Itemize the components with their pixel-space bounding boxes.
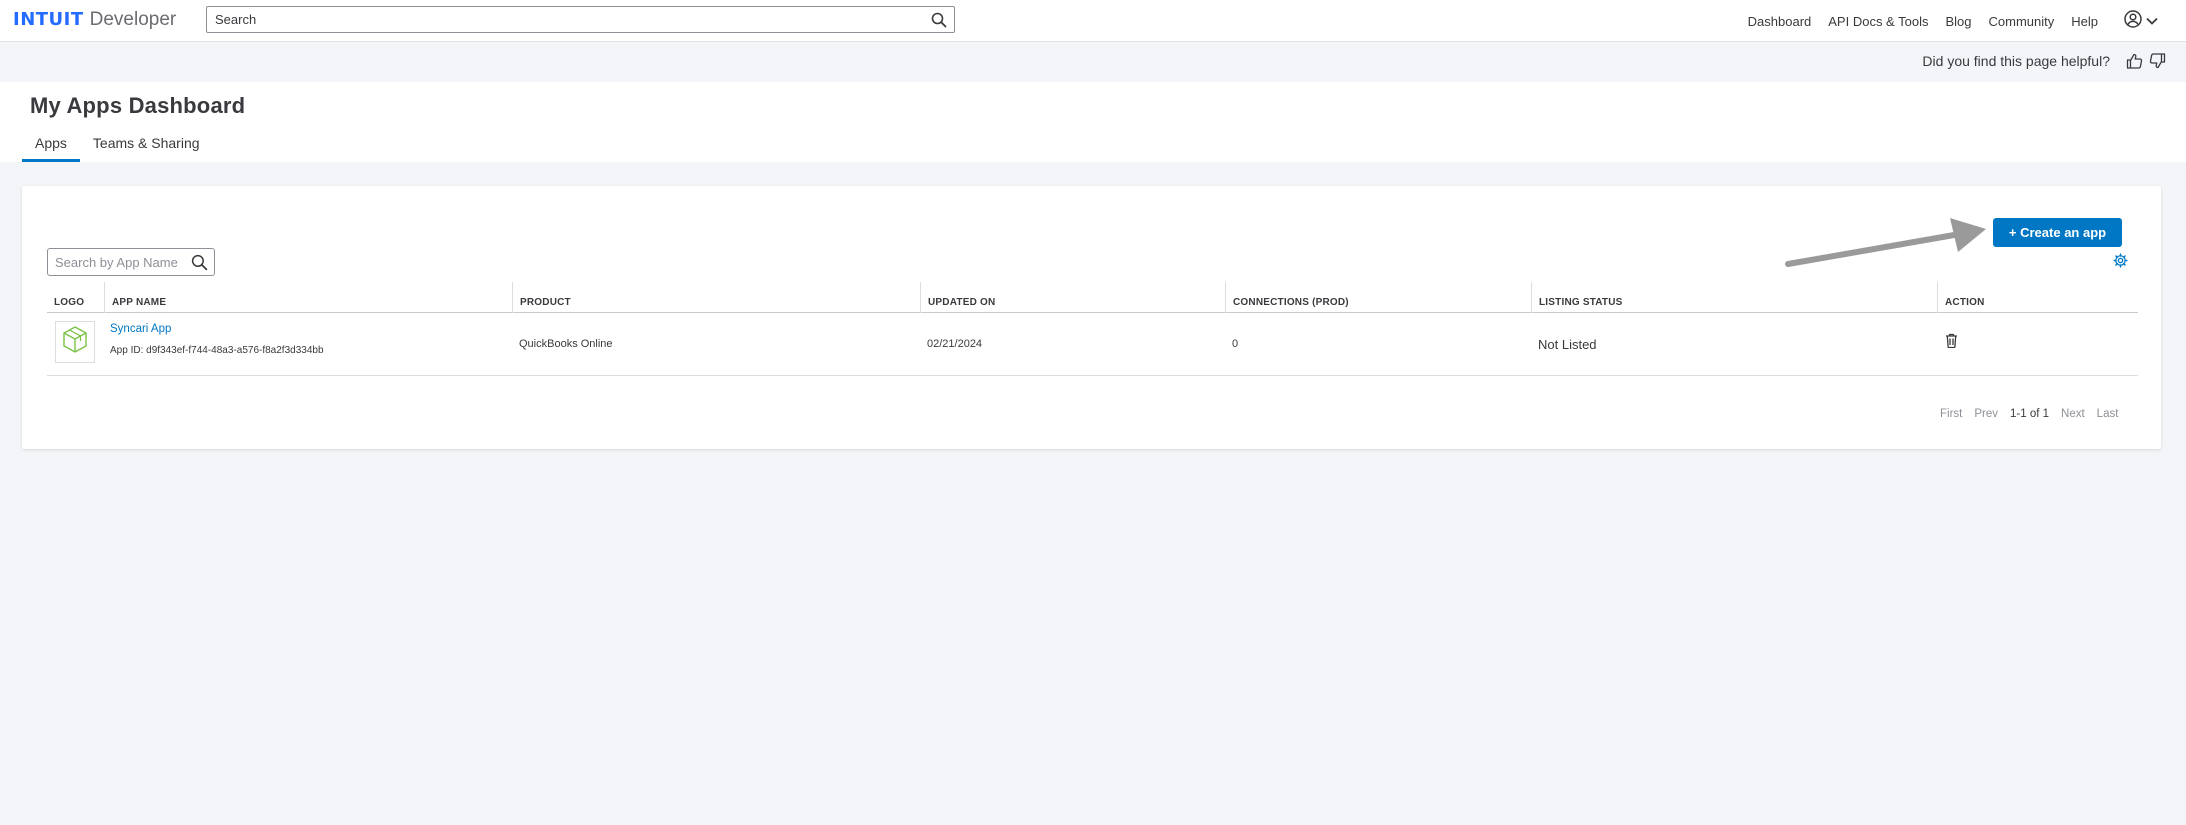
app-search-box	[47, 248, 215, 276]
table-header-row: LOGO APP NAME PRODUCT UPDATED ON CONNECT…	[47, 282, 2138, 313]
global-search-box	[206, 6, 955, 33]
page-feedback: Did you find this page helpful?	[1922, 53, 2166, 69]
tab-apps[interactable]: Apps	[22, 135, 80, 162]
column-header-logo: LOGO	[54, 297, 85, 308]
intuit-developer-logo[interactable]: INTUIT Developer	[13, 9, 176, 31]
user-account-icon	[2124, 9, 2142, 33]
column-header-updated-on: UPDATED ON	[920, 282, 1225, 313]
gear-icon[interactable]	[2113, 253, 2128, 273]
nav-links: Dashboard API Docs & Tools Blog Communit…	[1748, 0, 2186, 42]
create-app-button[interactable]: + Create an app	[1993, 218, 2122, 247]
trash-icon[interactable]	[1945, 333, 1958, 353]
column-header-action: ACTION	[1937, 282, 2138, 313]
page-header: My Apps Dashboard Apps Teams & Sharing	[0, 82, 2186, 162]
column-header-connections: CONNECTIONS (PROD)	[1225, 282, 1531, 313]
cube-icon	[61, 325, 89, 360]
apps-table: LOGO APP NAME PRODUCT UPDATED ON CONNECT…	[47, 282, 2138, 376]
account-menu[interactable]	[2124, 9, 2158, 33]
pagination-first[interactable]: First	[1940, 408, 1962, 420]
app-id: App ID: d9f343ef-f744-48a3-a576-f8a2f3d3…	[110, 345, 324, 356]
column-header-product: PRODUCT	[512, 282, 920, 313]
apps-card: + Create an app LOGO APP NAME PRODUCT UP…	[22, 186, 2161, 449]
table-row: Syncari App App ID: d9f343ef-f744-48a3-a…	[47, 313, 2138, 376]
cell-product: QuickBooks Online	[519, 338, 613, 350]
tab-bar: Apps Teams & Sharing	[22, 135, 213, 162]
thumbs-up-icon[interactable]	[2126, 53, 2143, 69]
pagination: First Prev 1-1 of 1 Next Last	[1940, 408, 2118, 420]
nav-api-docs-tools[interactable]: API Docs & Tools	[1828, 14, 1928, 29]
cell-listing-status: Not Listed	[1538, 337, 1597, 352]
nav-blog[interactable]: Blog	[1945, 14, 1971, 29]
search-icon[interactable]	[191, 254, 208, 276]
pagination-next[interactable]: Next	[2061, 408, 2085, 420]
column-header-app-name: APP NAME	[104, 282, 512, 313]
nav-community[interactable]: Community	[1989, 14, 2055, 29]
tab-teams-sharing[interactable]: Teams & Sharing	[80, 135, 213, 162]
brand-intuit-text: INTUIT	[13, 9, 84, 30]
cell-updated-on: 02/21/2024	[927, 338, 983, 350]
nav-dashboard[interactable]: Dashboard	[1748, 14, 1812, 29]
cell-connections: 0	[1232, 338, 1239, 350]
app-search-input[interactable]	[48, 249, 214, 275]
pagination-prev[interactable]: Prev	[1974, 408, 1998, 420]
app-name-link[interactable]: Syncari App	[110, 323, 171, 335]
global-search-input[interactable]	[207, 7, 954, 32]
page-title: My Apps Dashboard	[30, 93, 246, 118]
nav-help[interactable]: Help	[2071, 14, 2098, 29]
column-header-listing-status: LISTING STATUS	[1531, 282, 1937, 313]
top-navigation: INTUIT Developer Dashboard API Docs & To…	[0, 0, 2186, 42]
thumbs-down-icon[interactable]	[2149, 53, 2166, 69]
feedback-question: Did you find this page helpful?	[1922, 53, 2110, 69]
app-logo	[55, 321, 95, 363]
chevron-down-icon	[2146, 17, 2158, 25]
annotation-arrow	[1785, 218, 1986, 267]
search-icon[interactable]	[931, 12, 947, 33]
brand-product-text: Developer	[89, 9, 177, 30]
pagination-last[interactable]: Last	[2097, 408, 2119, 420]
pagination-range: 1-1 of 1	[2010, 408, 2050, 420]
